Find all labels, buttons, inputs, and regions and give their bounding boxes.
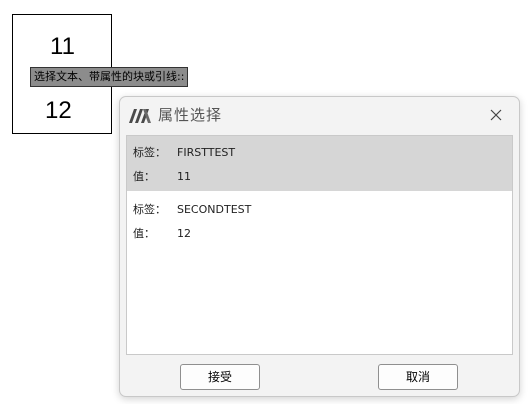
tag-row: 标签： FIRSTTEST xyxy=(133,146,235,160)
attribute-text-top[interactable]: 11 xyxy=(50,35,75,59)
tag-row: 标签： SECONDTEST xyxy=(133,203,251,217)
tag-label: 标签： xyxy=(133,146,166,159)
dialog-title: 属性选择 xyxy=(158,106,223,124)
command-prompt-tooltip: 选择文本、带属性的块或引线:: xyxy=(30,67,189,87)
value-label: 值： xyxy=(133,227,155,240)
attribute-value: 11 xyxy=(177,170,191,183)
value-label: 值： xyxy=(133,170,155,183)
tag-label: 标签： xyxy=(133,203,166,216)
value-row: 值： 11 xyxy=(133,170,191,184)
tag-value: FIRSTTEST xyxy=(177,146,236,159)
close-icon xyxy=(490,109,502,121)
list-item[interactable]: 标签： SECONDTEST 值： 12 xyxy=(127,193,512,248)
attribute-text-bottom[interactable]: 12 xyxy=(45,99,72,123)
dialog-titlebar[interactable]: 属性选择 xyxy=(120,97,519,133)
tag-value: SECONDTEST xyxy=(177,203,252,216)
value-row: 值： 12 xyxy=(133,227,191,241)
app-logo-icon xyxy=(129,109,151,123)
attribute-value: 12 xyxy=(177,227,191,240)
attribute-list[interactable]: 标签： FIRSTTEST 值： 11 标签： SECONDTEST 值： 12 xyxy=(126,135,513,355)
accept-button[interactable]: 接受 xyxy=(180,364,260,390)
attribute-select-dialog: 属性选择 标签： FIRSTTEST 值： 11 标签： SECONDTEST 值： 1… xyxy=(119,96,520,397)
close-button[interactable] xyxy=(481,103,511,127)
list-item-selected[interactable]: 标签： FIRSTTEST 值： 11 xyxy=(127,136,512,191)
cancel-button[interactable]: 取消 xyxy=(378,364,458,390)
